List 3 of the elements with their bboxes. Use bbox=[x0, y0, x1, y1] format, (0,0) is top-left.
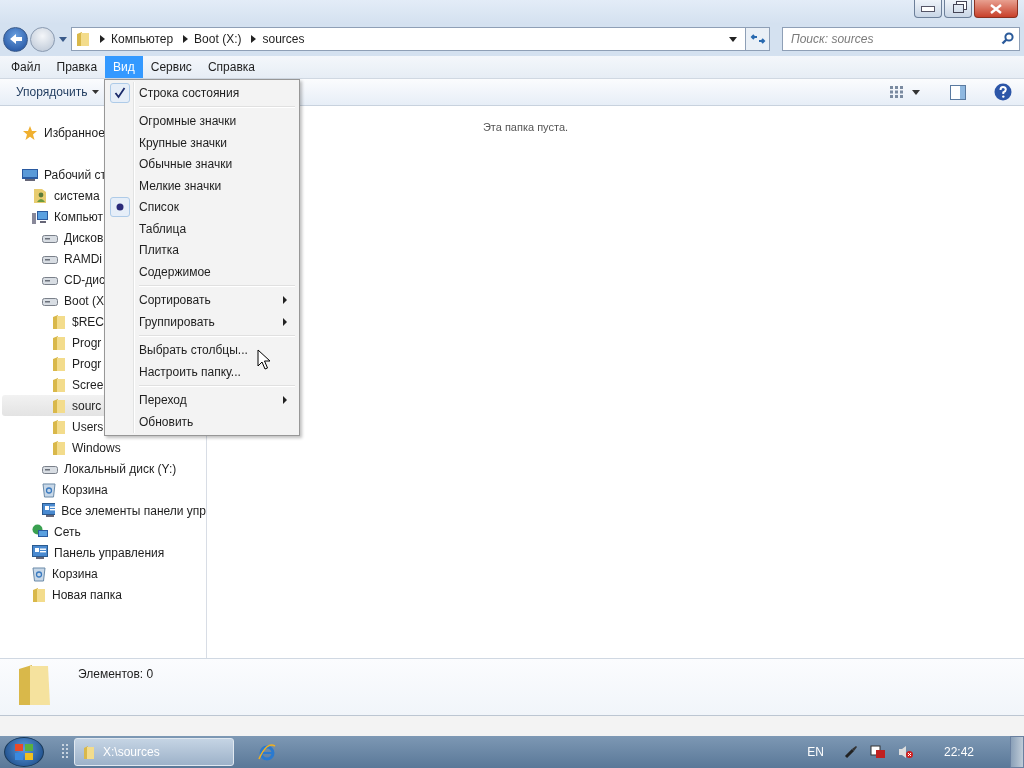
empty-folder-message: Эта папка пуста. bbox=[482, 121, 569, 135]
item-count: Элементов: 0 bbox=[78, 667, 154, 681]
clock: 22:42 bbox=[943, 745, 974, 759]
